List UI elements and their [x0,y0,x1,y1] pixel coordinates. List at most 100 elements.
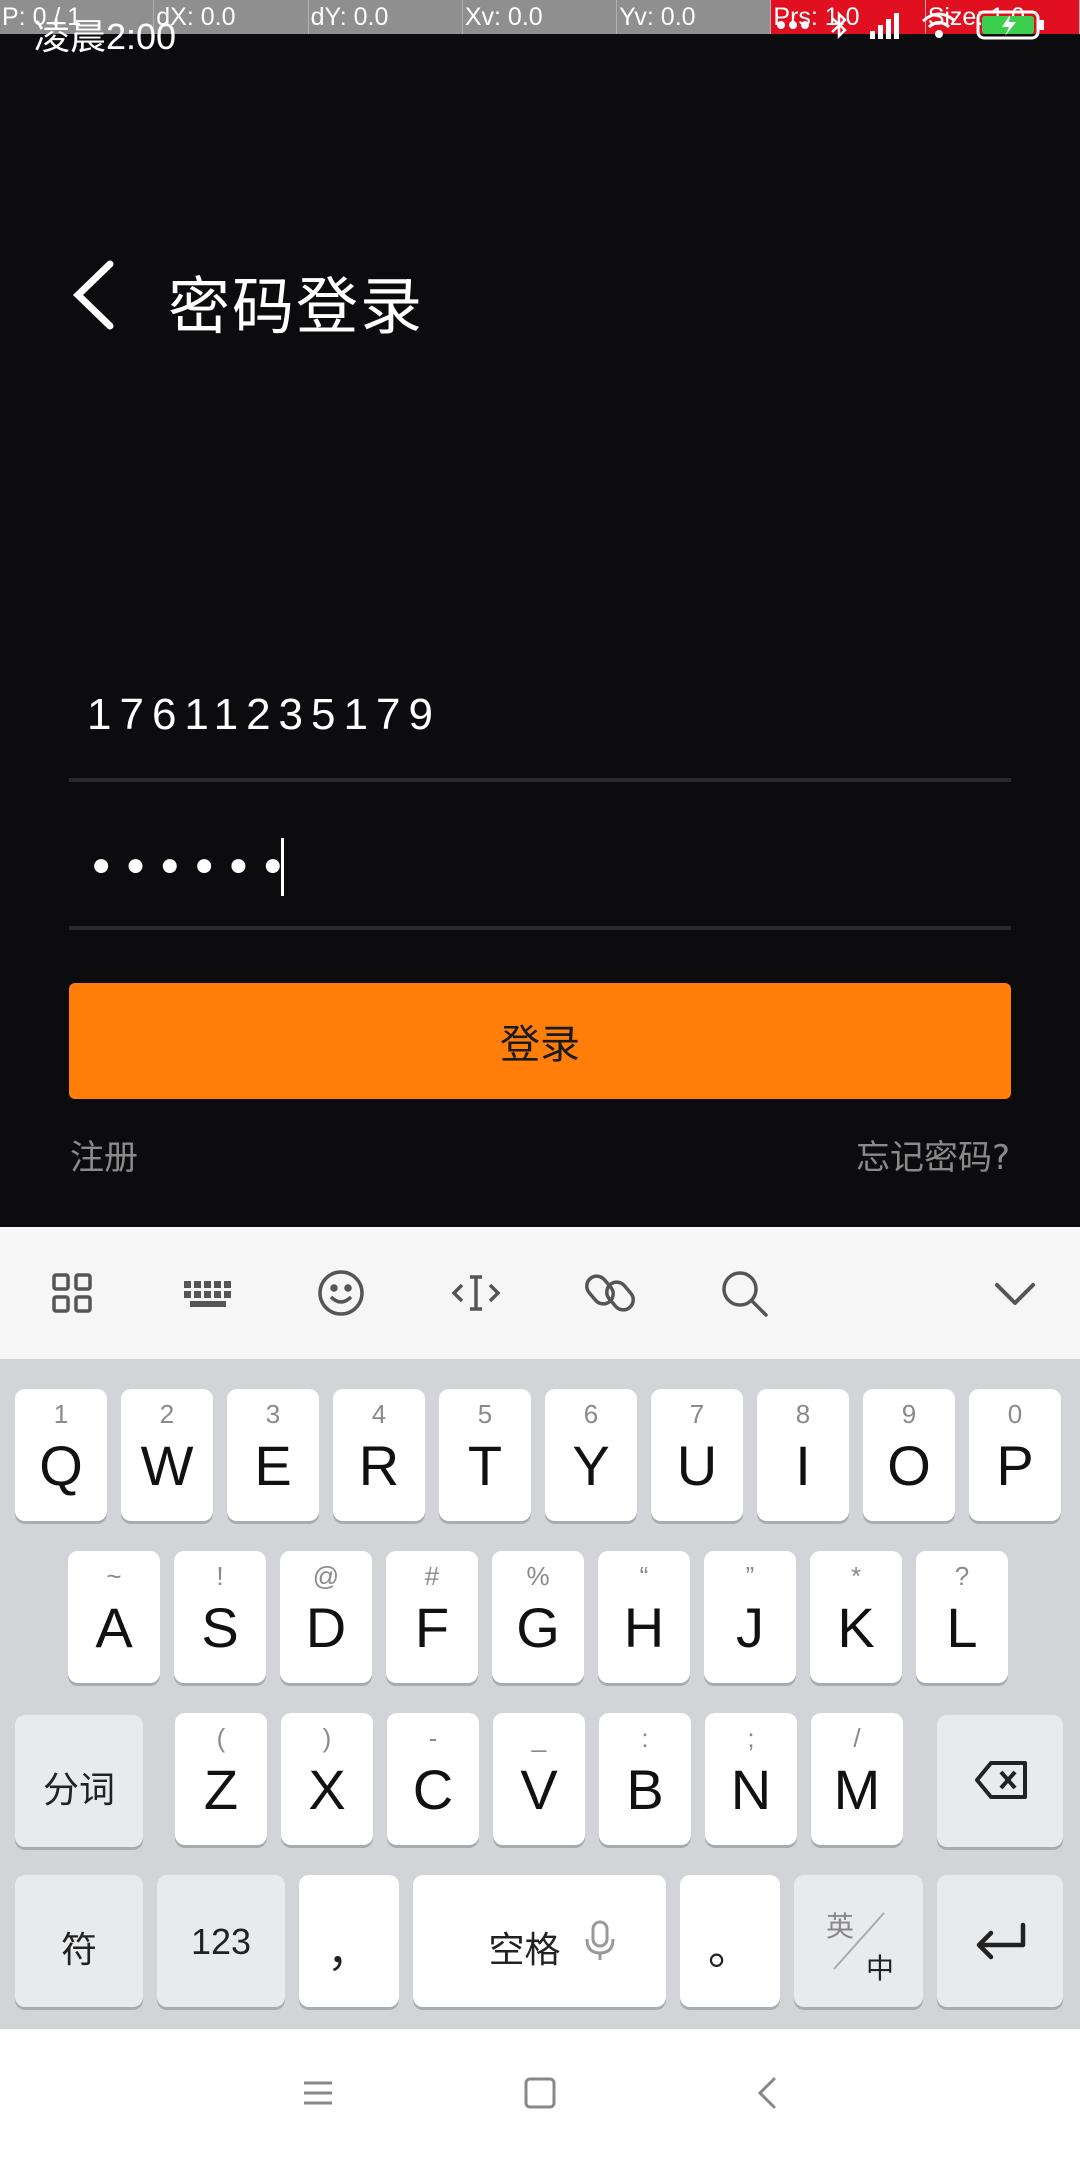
key-letter: Y [572,1434,610,1497]
key-t[interactable]: 5T [439,1389,531,1521]
keyboard-toolbar [0,1227,1080,1359]
key-letter: U [676,1434,718,1497]
search-icon[interactable] [714,1263,774,1323]
segment-key-label: 分词 [42,1770,115,1811]
key-y[interactable]: 6Y [545,1389,637,1521]
space-key-label: 空格 [488,1930,561,1971]
back-triangle-icon[interactable] [748,2073,788,2113]
collapse-keyboard-icon[interactable] [985,1263,1045,1323]
debug-dx: dX: 0.0 [154,0,309,34]
key-u[interactable]: 7U [651,1389,743,1521]
key-g[interactable]: % G [492,1551,584,1683]
key-hint: 3 [265,1399,281,1429]
key-k[interactable]: * K [810,1551,902,1683]
phone-field[interactable]: 17611235179 [69,670,1011,782]
page-title: 密码登录 [168,270,425,343]
key-letter: E [254,1434,292,1497]
key-hint: - [428,1723,438,1753]
phone-input-value[interactable]: 17611235179 [87,690,441,740]
key-n[interactable]: ; N [705,1713,797,1845]
key-hint: “ [639,1561,649,1591]
key-b[interactable]: :B [599,1713,691,1845]
text-caret [281,838,284,896]
password-input-value[interactable]: •••••• [87,840,293,896]
numbers-key[interactable]: 123 [157,1875,285,2007]
key-letter: P [996,1434,1034,1497]
key-v[interactable]: _ V [493,1713,585,1845]
password-field[interactable]: •••••• [69,818,1011,930]
key-letter: S [201,1596,239,1659]
key-hint: ; [747,1723,755,1753]
key-letter: H [623,1596,665,1659]
symbols-key[interactable]: 符 [15,1875,143,2007]
key-hint: @ [312,1561,340,1591]
key-f[interactable]: # F [386,1551,478,1683]
key-z[interactable]: (Z [175,1713,267,1845]
key-r[interactable]: 4R [333,1389,425,1521]
enter-key[interactable] [937,1875,1063,2007]
key-s[interactable]: ! S [174,1551,266,1683]
key-hint: 9 [901,1399,917,1429]
key-w[interactable]: 2W [121,1389,213,1521]
key-d[interactable]: @ D [280,1551,372,1683]
key-letter: D [305,1596,347,1659]
key-hint: 5 [477,1399,493,1429]
status-time: 凌晨2:00 [34,16,177,57]
key-i[interactable]: 8I [757,1389,849,1521]
key-q[interactable]: 1Q [15,1389,107,1521]
key-letter: V [520,1758,558,1821]
key-a[interactable]: ~ A [68,1551,160,1683]
key-c[interactable]: -C [387,1713,479,1845]
key-x[interactable]: ) X [281,1713,373,1845]
emoji-icon[interactable] [311,1263,371,1323]
key-hint: 0 [1007,1399,1023,1429]
register-link[interactable]: 注册 [70,1130,138,1179]
key-letter: M [833,1758,881,1821]
forgot-password-link[interactable]: 忘记密码? [856,1130,1010,1179]
key-h[interactable]: “H [598,1551,690,1683]
keyboard-layout-icon[interactable] [178,1263,238,1323]
keyboard: 1Q2W3E4R5T6Y7U8I9O0P ~ A! S @ D # F% G “H” J * K? L … [0,1359,1080,2029]
key-hint: ~ [106,1561,122,1591]
key-m[interactable]: / M [811,1713,903,1845]
login-button[interactable]: 登录 [69,983,1011,1099]
key-l[interactable]: ? L [916,1551,1008,1683]
key-hint: ! [216,1561,224,1591]
debug-dy: dY: 0.0 [309,0,463,34]
key-hint: 6 [583,1399,599,1429]
key-e[interactable]: 3E [227,1389,319,1521]
key-hint: # [424,1561,440,1591]
grid-menu-icon[interactable] [42,1263,102,1323]
backspace-key[interactable] [937,1715,1063,1847]
key-letter: J [736,1596,764,1659]
key-letter: X [308,1758,346,1821]
period-key[interactable]: 。 [680,1875,780,2007]
key-o[interactable]: 9O [863,1389,955,1521]
key-hint: ? [954,1561,970,1591]
link-clip-icon[interactable] [580,1263,640,1323]
key-letter: R [358,1434,400,1497]
cursor-move-icon[interactable] [446,1263,506,1323]
segment-key[interactable]: 分词 [15,1715,143,1847]
backspace-icon [975,1761,1027,1799]
symbols-key-label: 符 [60,1930,97,1971]
key-p[interactable]: 0P [969,1389,1061,1521]
battery-charging-icon [976,10,1044,40]
space-key[interactable]: 空格 [413,1875,666,2007]
microphone-icon [585,1920,615,1960]
bluetooth-icon [831,10,847,40]
home-square-icon[interactable] [520,2073,560,2113]
key-letter: L [946,1596,978,1659]
key-letter: T [467,1434,503,1497]
key-j[interactable]: ” J [704,1551,796,1683]
menu-recents-icon[interactable] [298,2073,338,2113]
language-switch-key[interactable]: 英 中 [794,1875,923,2007]
key-letter: I [795,1434,811,1497]
key-hint: ( [216,1723,226,1753]
key-letter: Q [39,1434,83,1497]
period-key-label: 。 [708,1924,752,1975]
key-letter: B [626,1758,664,1821]
debug-xv: Xv: 0.0 [463,0,618,34]
more-dots-icon [777,21,809,29]
back-button[interactable] [62,250,132,340]
